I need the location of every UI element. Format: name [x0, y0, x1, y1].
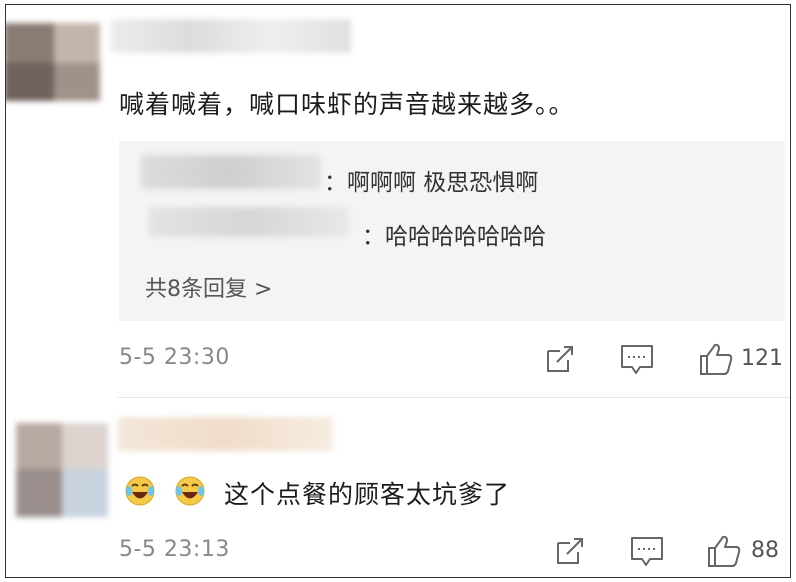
username-blurred[interactable]: [118, 417, 333, 451]
reply-text: 哈哈哈哈哈哈哈: [385, 224, 546, 250]
reply-preview-box[interactable]: ：啊啊啊 极思恐惧啊 ：哈哈哈哈哈哈哈 共8条回复 >: [119, 141, 785, 321]
reply-separator: ：: [324, 170, 347, 196]
comment-timestamp: 5-5 23:13: [119, 537, 230, 562]
thumbs-up-icon[interactable]: [698, 341, 734, 377]
reply-username-blurred[interactable]: [149, 207, 349, 237]
laugh-cry-emoji: [175, 476, 205, 506]
like-count: 121: [741, 346, 783, 371]
weibo-comment-thread: 喊着喊着，喊口味虾的声音越来越多。。 ：啊啊啊 极思恐惧啊 ：哈哈哈哈哈哈哈 共…: [5, 4, 791, 578]
reply-separator: ：: [362, 224, 385, 250]
avatar-blurred[interactable]: [16, 423, 108, 517]
username-blurred[interactable]: [111, 19, 351, 53]
comment-divider: [118, 397, 790, 398]
reply-username-blurred[interactable]: [141, 155, 321, 189]
laugh-cry-emoji: [125, 476, 155, 506]
thumbs-up-icon[interactable]: [706, 533, 742, 569]
comment-text: 喊着喊着，喊口味虾的声音越来越多。。: [119, 90, 575, 119]
reply-text: 啊啊啊 极思恐惧啊: [347, 170, 539, 196]
share-icon[interactable]: [554, 535, 586, 567]
reply-item: ：哈哈哈哈哈哈哈: [362, 217, 546, 251]
share-icon[interactable]: [544, 343, 576, 375]
avatar-blurred[interactable]: [6, 23, 104, 101]
comment-timestamp: 5-5 23:30: [119, 345, 230, 370]
reply-item: ：啊啊啊 极思恐惧啊: [324, 163, 538, 197]
comment-text: 这个点餐的顾客太坑爹了: [224, 480, 511, 509]
comment-icon[interactable]: [629, 535, 665, 569]
more-replies-link[interactable]: 共8条回复 >: [145, 271, 272, 303]
comment-icon[interactable]: [619, 343, 655, 377]
like-count: 88: [751, 538, 779, 563]
